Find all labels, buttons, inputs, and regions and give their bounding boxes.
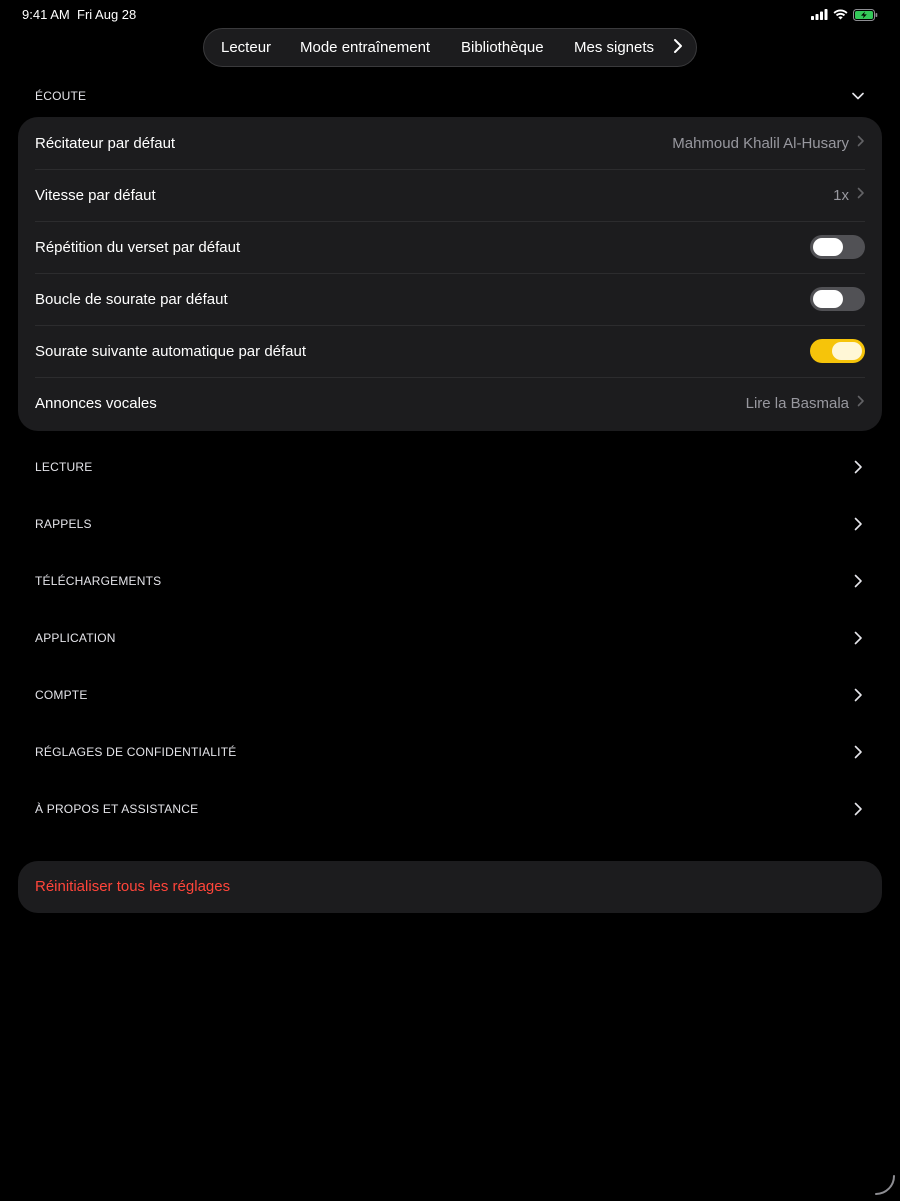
- chevron-right-icon: [851, 517, 865, 531]
- status-icons: [811, 7, 878, 22]
- tab-bibliotheque[interactable]: Bibliothèque: [461, 29, 544, 66]
- chevron-right-icon: [851, 574, 865, 588]
- tab-mode-entrainement[interactable]: Mode entraînement: [300, 29, 430, 66]
- chevron-right-icon: [851, 802, 865, 816]
- toggle-knob: [813, 290, 843, 308]
- tabs-more-button[interactable]: [668, 38, 688, 58]
- setting-title: Répétition du verset par défaut: [35, 239, 240, 256]
- chevron-right-icon: [857, 186, 865, 204]
- setting-value-group: Mahmoud Khalil Al-Husary: [672, 134, 865, 152]
- section-header-a-propos[interactable]: À PROPOS ET ASSISTANCE: [35, 797, 865, 821]
- setting-title: Vitesse par défaut: [35, 187, 156, 204]
- section-header-ecoute[interactable]: ÉCOUTE: [35, 84, 865, 108]
- toggle-knob: [813, 238, 843, 256]
- setting-row-voice-announcements[interactable]: Annonces vocales Lire la Basmala: [35, 377, 865, 429]
- chevron-right-icon: [673, 38, 683, 59]
- cellular-signal-icon: [811, 9, 828, 20]
- section-label: À PROPOS ET ASSISTANCE: [35, 802, 198, 816]
- section-header-telechargements[interactable]: TÉLÉCHARGEMENTS: [35, 569, 865, 593]
- chevron-right-icon: [857, 394, 865, 412]
- chevron-right-icon: [857, 134, 865, 152]
- scroll-indicator-icon: [874, 1174, 896, 1196]
- setting-value: Lire la Basmala: [746, 395, 849, 412]
- section-header-confidentialite[interactable]: RÉGLAGES DE CONFIDENTIALITÉ: [35, 740, 865, 764]
- chevron-right-icon: [851, 745, 865, 759]
- section-label: TÉLÉCHARGEMENTS: [35, 574, 161, 588]
- status-date: Fri Aug 28: [77, 7, 136, 22]
- battery-charging-icon: [853, 9, 878, 21]
- status-bar: 9:41 AM Fri Aug 28: [0, 0, 900, 28]
- setting-value: Mahmoud Khalil Al-Husary: [672, 135, 849, 152]
- auto-next-surah-toggle[interactable]: [810, 339, 865, 363]
- reset-label: Réinitialiser tous les réglages: [35, 861, 230, 913]
- section-label: LECTURE: [35, 460, 92, 474]
- setting-row-verse-repeat: Répétition du verset par défaut: [35, 221, 865, 273]
- top-tab-bar: Lecteur Mode entraînement Bibliothèque M…: [203, 28, 697, 67]
- listening-settings-card: Récitateur par défaut Mahmoud Khalil Al-…: [18, 117, 882, 431]
- chevron-right-icon: [851, 460, 865, 474]
- section-label: RAPPELS: [35, 517, 92, 531]
- chevron-right-icon: [851, 631, 865, 645]
- setting-row-speed[interactable]: Vitesse par défaut 1x: [35, 169, 865, 221]
- setting-title: Récitateur par défaut: [35, 135, 175, 152]
- setting-title: Sourate suivante automatique par défaut: [35, 343, 306, 360]
- setting-row-reciter[interactable]: Récitateur par défaut Mahmoud Khalil Al-…: [35, 117, 865, 169]
- section-label: APPLICATION: [35, 631, 116, 645]
- setting-value-group: 1x: [833, 186, 865, 204]
- section-header-compte[interactable]: COMPTE: [35, 683, 865, 707]
- toggle-knob: [832, 342, 862, 360]
- chevron-down-icon: [851, 89, 865, 103]
- setting-title: Boucle de sourate par défaut: [35, 291, 228, 308]
- section-header-application[interactable]: APPLICATION: [35, 626, 865, 650]
- reset-all-settings-button[interactable]: Réinitialiser tous les réglages: [18, 861, 882, 913]
- chevron-right-icon: [851, 688, 865, 702]
- section-label: COMPTE: [35, 688, 88, 702]
- section-header-rappels[interactable]: RAPPELS: [35, 512, 865, 536]
- section-header-lecture[interactable]: LECTURE: [35, 455, 865, 479]
- setting-title: Annonces vocales: [35, 395, 157, 412]
- setting-row-auto-next-surah: Sourate suivante automatique par défaut: [35, 325, 865, 377]
- setting-value: 1x: [833, 187, 849, 204]
- tab-mes-signets[interactable]: Mes signets: [574, 29, 654, 66]
- setting-row-surah-loop: Boucle de sourate par défaut: [35, 273, 865, 325]
- surah-loop-toggle[interactable]: [810, 287, 865, 311]
- tab-lecteur[interactable]: Lecteur: [221, 29, 271, 66]
- wifi-icon: [833, 9, 848, 20]
- section-label: RÉGLAGES DE CONFIDENTIALITÉ: [35, 745, 236, 759]
- setting-value-group: Lire la Basmala: [746, 394, 865, 412]
- verse-repeat-toggle[interactable]: [810, 235, 865, 259]
- section-label: ÉCOUTE: [35, 89, 86, 103]
- status-time: 9:41 AM: [22, 7, 70, 22]
